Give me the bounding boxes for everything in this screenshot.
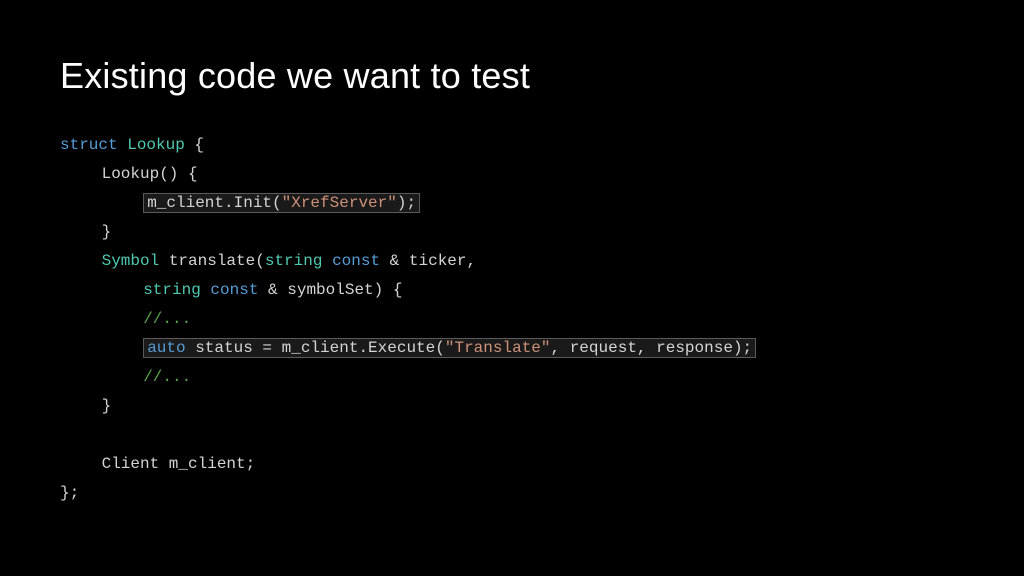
kw-auto: auto [147, 339, 185, 357]
type-symbol: Symbol [102, 252, 160, 270]
type-string-2: string [143, 281, 201, 299]
kw-const-1: const [332, 252, 380, 270]
code-line-8: auto status = m_client.Execute("Translat… [143, 334, 756, 363]
comment-2: //... [143, 368, 191, 386]
semi: ; [246, 455, 256, 473]
highlight-box-init: m_client.Init("XrefServer"); [143, 193, 420, 213]
func-init: Init [234, 194, 272, 212]
slide-title: Existing code we want to test [60, 55, 964, 97]
func-execute: Execute [368, 339, 435, 357]
amp-1: & [380, 252, 409, 270]
code-line-3: m_client.Init("XrefServer"); [143, 189, 420, 218]
dot: . [224, 194, 234, 212]
sp [186, 339, 196, 357]
amp-2: & [258, 281, 287, 299]
slide: Existing code we want to test struct Loo… [0, 0, 1024, 576]
code-line-13: }; [60, 484, 79, 502]
member-mclient-2: m_client [282, 339, 359, 357]
code-line-12: Client m_client; [102, 450, 256, 479]
code-line-5: Symbol translate(string const & ticker, [102, 247, 477, 276]
type-string-1: string [265, 252, 323, 270]
paren-close: ); [397, 194, 416, 212]
paren-close-3: ); [733, 339, 752, 357]
comma-1: , [467, 252, 477, 270]
comment-1: //... [143, 310, 191, 328]
brace-close-2: } [102, 397, 112, 415]
struct-end: }; [60, 484, 79, 502]
brace-open: { [185, 136, 204, 154]
comma-3: , [637, 339, 656, 357]
code-line-9: //... [143, 363, 191, 392]
paren-open: ( [272, 194, 282, 212]
member-mclient: m_client [147, 194, 224, 212]
paren-open-3: ( [435, 339, 445, 357]
code-line-1: struct Lookup { [60, 136, 204, 154]
code-line-2: Lookup() { [102, 160, 198, 189]
code-line-6: string const & symbolSet) { [143, 276, 402, 305]
paren-open-2: ( [255, 252, 265, 270]
code-line-4: } [102, 218, 112, 247]
type-client: Client [102, 455, 160, 473]
str-translate: "Translate" [445, 339, 551, 357]
code-line-7: //... [143, 305, 191, 334]
kw-const-2: const [210, 281, 258, 299]
type-lookup: Lookup [127, 136, 185, 154]
eq: = [253, 339, 282, 357]
member-decl: m_client [159, 455, 245, 473]
arg-response: response [656, 339, 733, 357]
code-block: struct Lookup { Lookup() { m_client.Init… [60, 131, 964, 508]
highlight-box-execute: auto status = m_client.Execute("Translat… [143, 338, 756, 358]
arg-request: request [570, 339, 637, 357]
str-xrefserver: "XrefServer" [282, 194, 397, 212]
var-status: status [195, 339, 253, 357]
ctor-parens: () { [159, 165, 197, 183]
param-ticker: ticker [409, 252, 467, 270]
kw-struct: struct [60, 136, 118, 154]
paren-close-2: ) { [374, 281, 403, 299]
func-translate: translate [169, 252, 255, 270]
param-symbolset: symbolSet [287, 281, 373, 299]
ctor-name: Lookup [102, 165, 160, 183]
code-line-10: } [102, 392, 112, 421]
brace-close: } [102, 223, 112, 241]
comma-2: , [551, 339, 570, 357]
dot-2: . [358, 339, 368, 357]
